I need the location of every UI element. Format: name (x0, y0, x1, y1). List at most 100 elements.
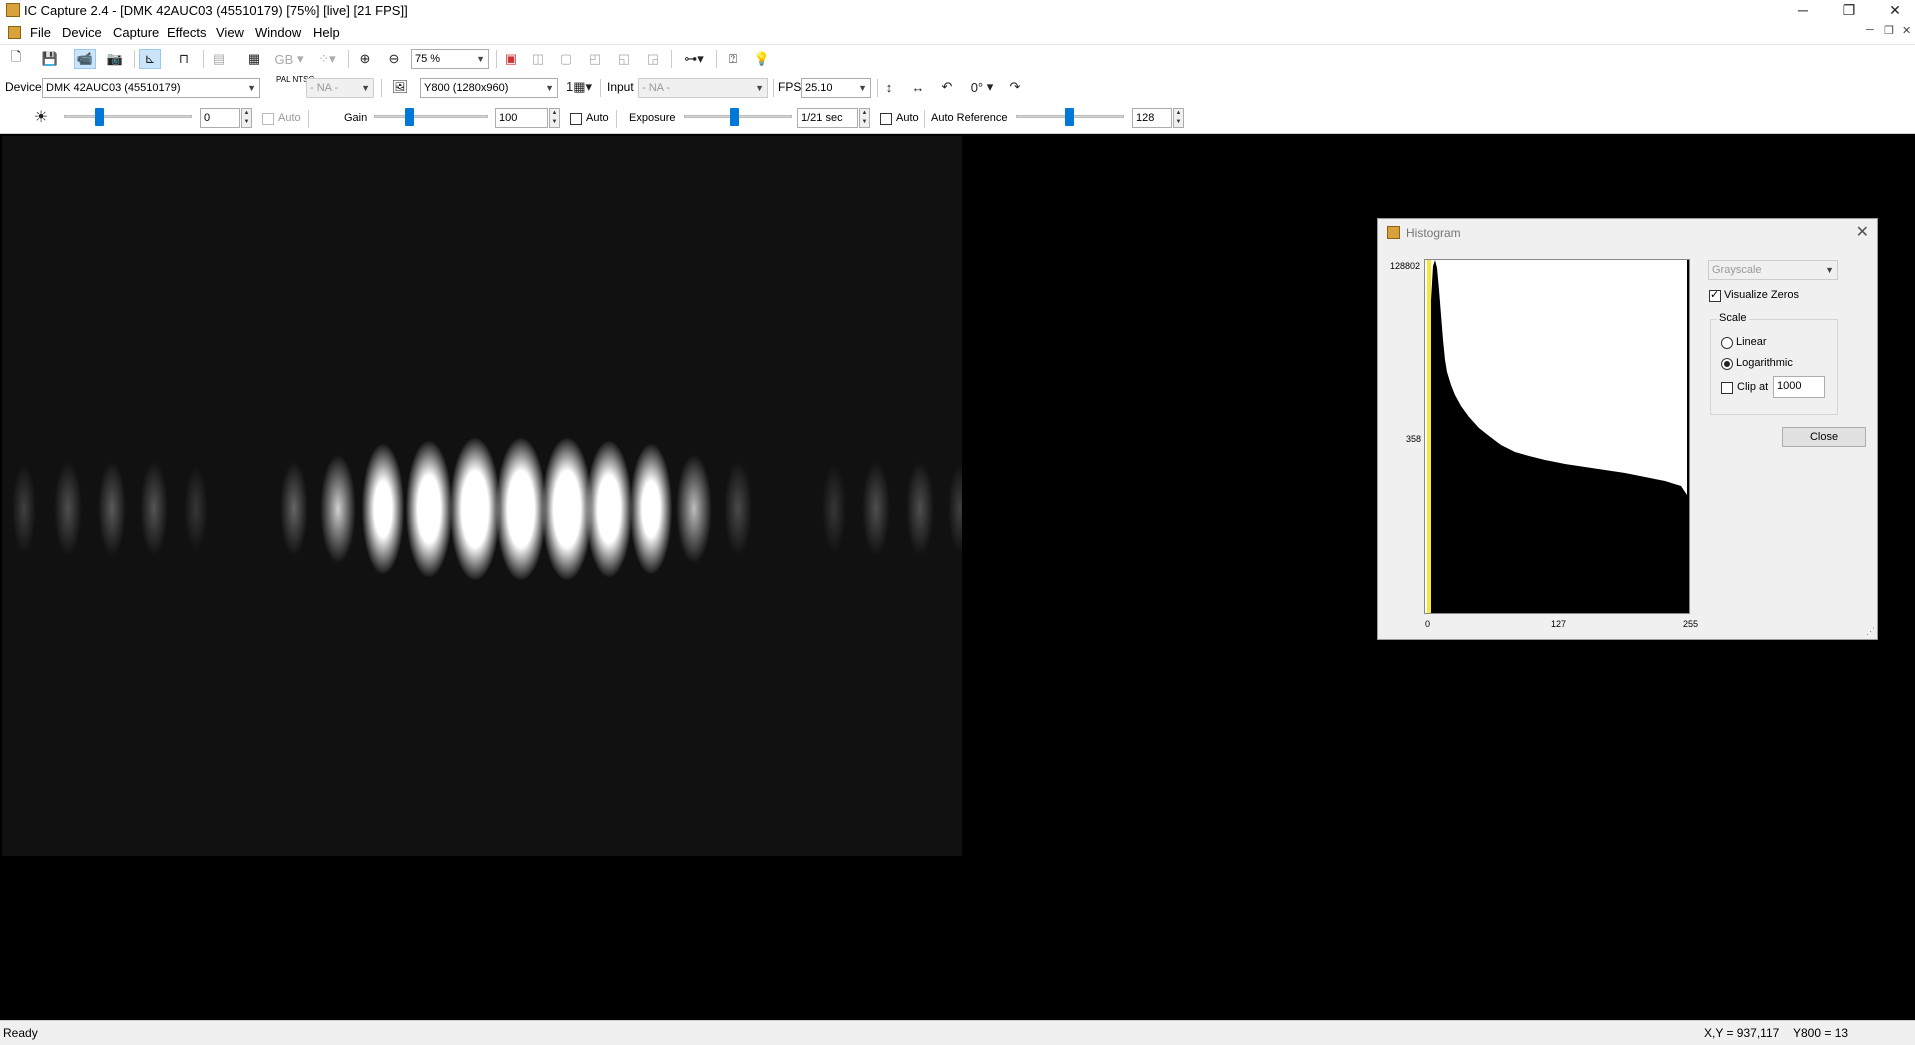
clip-at-input[interactable]: 1000 (1773, 376, 1825, 398)
exposure-auto-label: Auto (896, 112, 919, 124)
video-norm-icon: PAL NTSC (276, 75, 315, 84)
help-bulb-icon[interactable]: 💡 (751, 49, 773, 69)
fps-combo[interactable]: 25.10 ▼ (801, 78, 871, 98)
video-format-combo[interactable]: Y800 (1280x960) ▼ (420, 78, 558, 98)
mdi-restore-button[interactable]: ❐ (1884, 24, 1894, 37)
trigger-icon[interactable]: ⊓ (173, 49, 195, 69)
resize-grip-icon[interactable]: ⋰ (1866, 626, 1875, 637)
brightness-auto-label: Auto (278, 112, 301, 124)
zero-marker (1427, 260, 1431, 613)
gain-label: Gain (344, 112, 368, 124)
histogram-bars (1431, 260, 1687, 613)
save-icon[interactable]: 💾 (39, 49, 61, 69)
brightness-spin[interactable]: ▲ ▼ (241, 108, 252, 128)
roi-icon[interactable]: ▢ (555, 49, 577, 69)
clip-at-checkbox[interactable] (1721, 382, 1733, 394)
exposure-auto-checkbox[interactable] (880, 113, 892, 125)
gain-auto-label: Auto (586, 112, 609, 124)
gain-slider[interactable] (374, 115, 488, 118)
menu-view[interactable]: View (216, 25, 244, 40)
menu-effects[interactable]: Effects (167, 25, 207, 40)
input-value: - NA - (642, 82, 671, 94)
menu-help[interactable]: Help (313, 25, 340, 40)
rotate-right-icon[interactable]: ↷ (1004, 77, 1026, 97)
gb-dropdown[interactable]: GB ▾ (272, 49, 306, 69)
menu-device[interactable]: Device (62, 25, 102, 40)
channel-combo[interactable]: Grayscale ▼ (1708, 260, 1838, 280)
mdi-minimize-button[interactable]: ─ (1866, 24, 1874, 36)
overlay-icon[interactable]: ◰ (584, 49, 606, 69)
input-combo[interactable]: - NA - ▼ (638, 78, 768, 98)
histogram-close-button[interactable]: Close (1782, 427, 1866, 447)
channel-value: Grayscale (1712, 264, 1762, 276)
hdr-icon[interactable]: ▤ (208, 49, 230, 69)
auto-reference-slider-thumb[interactable] (1065, 108, 1074, 126)
device-label: Device (5, 80, 42, 94)
close-button[interactable]: ✕ (1872, 0, 1915, 22)
fringe (98, 461, 126, 556)
mdi-document-icon[interactable] (8, 26, 21, 39)
live-mode-icon[interactable]: 📹 (74, 49, 96, 69)
rotation-dropdown[interactable]: 0° ▾ (965, 77, 999, 97)
rotation-value: 0° (970, 79, 984, 95)
device-menu-dropdown[interactable]: ⊶▾ (678, 49, 710, 69)
color-format-dropdown[interactable]: ⁘▾ (312, 49, 342, 69)
fringe (320, 454, 356, 564)
context-help-icon[interactable]: ⍰ (722, 49, 744, 69)
image-export-icon[interactable]: ◫ (527, 49, 549, 69)
visualize-zeros-checkbox[interactable] (1709, 288, 1721, 302)
menu-file[interactable]: File (30, 25, 51, 40)
restore-button[interactable]: ❐ (1826, 0, 1872, 22)
fringe (948, 464, 962, 554)
device-combo[interactable]: DMK 42AUC03 (45510179) ▼ (42, 78, 260, 98)
record-icon[interactable]: ▣ (500, 49, 522, 69)
brightness-auto-checkbox[interactable] (262, 113, 274, 125)
exposure-input[interactable]: 1/21 sec (797, 108, 858, 128)
brightness-input[interactable]: 0 (200, 108, 240, 128)
gain-slider-thumb[interactable] (405, 108, 414, 126)
histogram-x-label-255: 255 (1683, 619, 1699, 629)
minimize-button[interactable]: ─ (1780, 0, 1826, 22)
gain-auto-checkbox[interactable] (570, 113, 582, 125)
fringe (12, 464, 36, 554)
logarithmic-radio[interactable] (1721, 358, 1733, 370)
fringe (862, 461, 890, 556)
linear-radio[interactable] (1721, 337, 1733, 349)
fps-value: 25.10 (805, 82, 833, 94)
exposure-spin[interactable]: ▲ ▼ (859, 108, 870, 128)
deinterlace-icon[interactable]: ◲ (642, 49, 664, 69)
brightness-slider-thumb[interactable] (95, 108, 104, 126)
snapshot-icon[interactable]: 📷 (104, 49, 126, 69)
fringe (542, 438, 592, 580)
format-grid-dropdown[interactable]: 1▦▾ (562, 77, 596, 97)
logarithmic-label: Logarithmic (1736, 357, 1793, 369)
fringe (586, 441, 632, 577)
main-toolbar: 🗋 💾 📹 📷 ⊾ ⊓ ▤ ▦ GB ▾ ⁘▾ ⊕ ⊖ 75 % ▼ ▣ ◫ ▢ … (0, 44, 1915, 73)
live-video-area[interactable]: Histogram ✕ 128802 358 0 127 255 Graysca… (0, 134, 1915, 1020)
zoom-in-icon[interactable]: ⊕ (354, 49, 376, 69)
exposure-slider-thumb[interactable] (730, 108, 739, 126)
mdi-close-button[interactable]: ✕ (1902, 24, 1911, 37)
menu-capture[interactable]: Capture (113, 25, 159, 40)
zoom-value: 75 % (415, 53, 441, 65)
auto-reference-input[interactable]: 128 (1132, 108, 1172, 128)
new-file-icon[interactable]: 🗋 (5, 49, 27, 69)
zoom-out-icon[interactable]: ⊖ (383, 49, 405, 69)
gain-spin[interactable]: ▲ ▼ (549, 108, 560, 128)
video-norm-combo[interactable]: - NA - ▼ (306, 78, 374, 98)
histogram-icon[interactable]: ⊾ (139, 49, 161, 69)
color-settings-icon[interactable]: ▦ (243, 49, 265, 69)
auto-reference-spin[interactable]: ▲ ▼ (1173, 108, 1184, 128)
gain-input[interactable]: 100 (495, 108, 548, 128)
flip-horizontal-icon[interactable]: ↔ (907, 77, 929, 97)
zoom-combo[interactable]: 75 % ▼ (411, 49, 489, 69)
coordinates-readout: X,Y = 937,117 (1704, 1026, 1780, 1040)
rotate-left-icon[interactable]: ↶ (936, 77, 958, 97)
frame-filter-icon[interactable]: ◱ (613, 49, 635, 69)
flip-vertical-icon[interactable]: ↕ (878, 77, 900, 97)
brightness-slider[interactable] (64, 115, 192, 118)
histogram-close-icon[interactable]: ✕ (1856, 222, 1869, 242)
menu-window[interactable]: Window (255, 25, 301, 40)
histogram-y-max-label: 128802 (1390, 261, 1421, 271)
gb-label: GB (274, 51, 294, 67)
